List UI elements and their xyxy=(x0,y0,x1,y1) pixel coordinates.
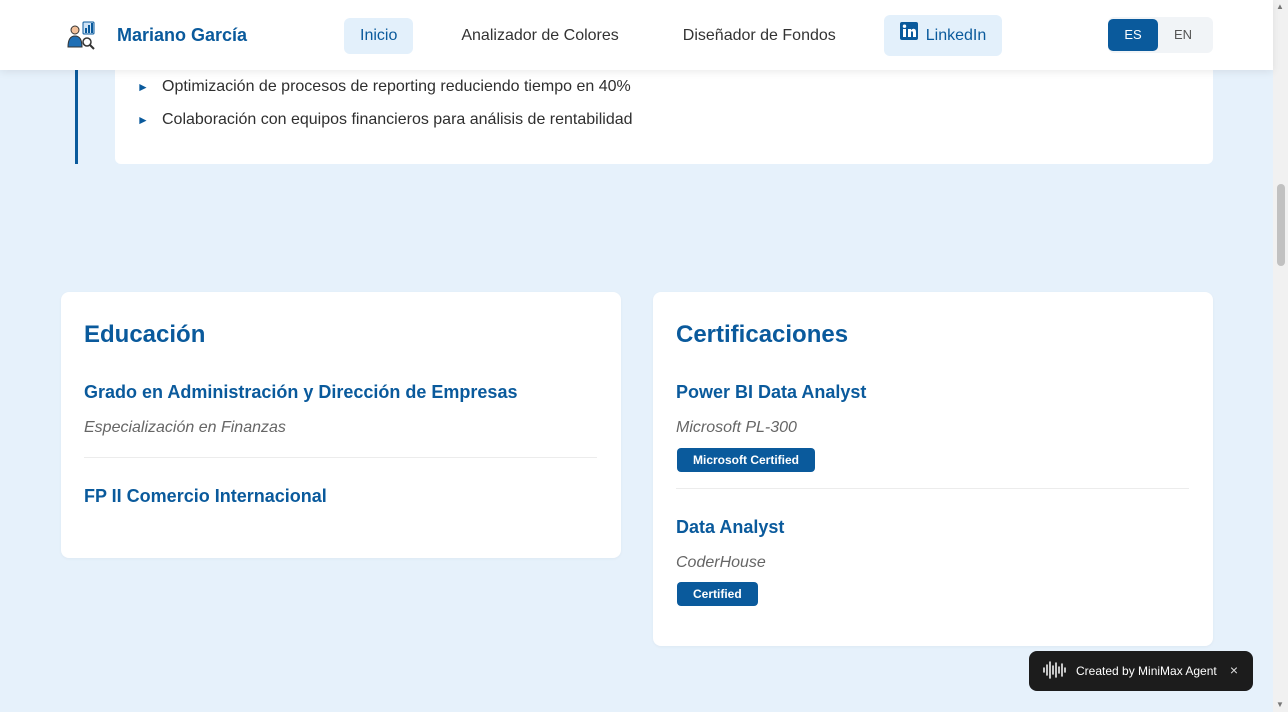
nav-disenador-fondos[interactable]: Diseñador de Fondos xyxy=(667,18,852,54)
nav-linkedin[interactable]: LinkedIn xyxy=(883,15,1003,56)
nav-label: Inicio xyxy=(360,26,398,44)
bullet-text: Colaboración con equipos financieros par… xyxy=(162,111,633,128)
divider xyxy=(676,488,1189,489)
certification-issuer: CoderHouse xyxy=(676,554,766,571)
bullet-text: Optimización de procesos de reporting re… xyxy=(162,78,631,95)
education-title: Educación xyxy=(84,321,206,348)
timeline-line xyxy=(75,70,78,164)
arrow-bullet-icon: ► xyxy=(137,113,149,127)
scroll-down-icon[interactable]: ▼ xyxy=(1276,700,1284,709)
nav-inicio[interactable]: Inicio xyxy=(344,17,414,54)
language-switcher: ES EN xyxy=(1108,17,1213,53)
brand-name: Mariano García xyxy=(117,25,248,45)
education-entry-title: Grado en Administración y Dirección de E… xyxy=(84,382,518,402)
lang-en-button[interactable]: EN xyxy=(1158,19,1208,51)
list-item: ► Optimización de procesos de reporting … xyxy=(137,76,633,98)
scrollbar[interactable]: ▲ ▼ xyxy=(1273,0,1288,712)
education-card: Educación Grado en Administración y Dire… xyxy=(61,292,621,558)
audio-wave-icon xyxy=(1042,660,1068,683)
certifications-card: Certificaciones Power BI Data Analyst Mi… xyxy=(653,292,1213,646)
scroll-thumb[interactable] xyxy=(1277,184,1285,266)
top-navbar: Mariano García Inicio Analizador de Colo… xyxy=(0,0,1273,70)
divider xyxy=(84,457,597,458)
created-by-toast: Created by MiniMax Agent × xyxy=(1029,651,1253,691)
close-icon[interactable]: × xyxy=(1230,662,1238,678)
certification-badge: Microsoft Certified xyxy=(677,448,816,472)
scroll-up-icon[interactable]: ▲ xyxy=(1276,2,1284,11)
nav-label: LinkedIn xyxy=(925,26,987,44)
nav-label: Analizador de Colores xyxy=(461,26,619,44)
main-nav: Inicio Analizador de Colores Diseñador d… xyxy=(344,15,1018,56)
nav-analizador-colores[interactable]: Analizador de Colores xyxy=(445,18,634,54)
brand[interactable]: Mariano García xyxy=(66,20,247,50)
certification-badge: Certified xyxy=(677,582,758,606)
nav-label: Diseñador de Fondos xyxy=(682,26,836,44)
certification-entry-title: Power BI Data Analyst xyxy=(676,382,867,402)
toast-text: Created by MiniMax Agent xyxy=(1076,664,1217,678)
arrow-bullet-icon: ► xyxy=(137,80,149,94)
education-entry-subtitle: Especialización en Finanzas xyxy=(84,419,286,436)
linkedin-icon xyxy=(899,18,918,54)
list-item: ► Colaboración con equipos financieros p… xyxy=(137,109,633,131)
lang-es-button[interactable]: ES xyxy=(1108,19,1158,51)
certification-entry-title: Data Analyst xyxy=(676,517,785,537)
certifications-title: Certificaciones xyxy=(676,321,849,348)
analytics-person-icon xyxy=(66,20,96,50)
experience-bullets: ► Optimización de procesos de reporting … xyxy=(137,76,633,142)
certification-issuer: Microsoft PL-300 xyxy=(676,419,797,436)
education-entry-title: FP II Comercio Internacional xyxy=(84,486,327,506)
